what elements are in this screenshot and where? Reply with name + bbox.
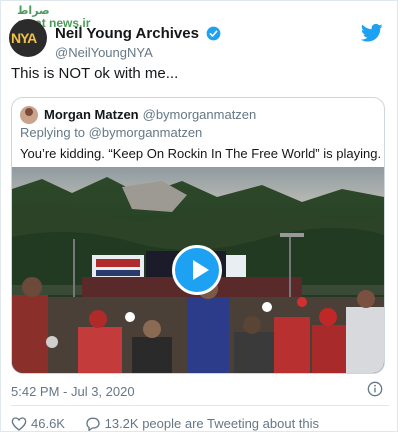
heart-icon <box>11 417 27 431</box>
quoted-avatar[interactable] <box>20 106 38 124</box>
author-names[interactable]: Neil Young Archives @NeilYoungNYA <box>55 25 221 60</box>
quoted-handle[interactable]: @bymorganmatzen <box>143 107 257 122</box>
info-icon[interactable] <box>367 381 383 397</box>
tweet-card: صراط serat news.ir NYA Neil Young Archiv… <box>0 0 398 432</box>
verified-badge-icon <box>207 26 221 41</box>
play-icon[interactable] <box>172 245 222 295</box>
tweet-timestamp[interactable]: 5:42 PM - Jul 3, 2020 <box>11 384 135 399</box>
replying-to-label[interactable]: Replying to @bymorganmatzen <box>20 125 202 140</box>
conversation-button[interactable]: 13.2K people are Tweeting about this <box>85 415 319 432</box>
video-player[interactable] <box>12 167 384 373</box>
like-button[interactable]: 46.6K <box>11 415 65 432</box>
quoted-tweet[interactable]: Morgan Matzen @bymorganmatzen Replying to… <box>11 97 385 374</box>
avatar[interactable]: NYA <box>9 19 47 57</box>
quoted-display-name[interactable]: Morgan Matzen <box>44 107 139 122</box>
quoted-text: You’re kidding. “Keep On Rockin In The F… <box>20 146 382 161</box>
tweet-text: This is NOT ok with me... <box>11 65 179 82</box>
twitter-bird-icon[interactable] <box>361 23 383 43</box>
tweeting-about-text: 13.2K people are Tweeting about this <box>104 416 320 432</box>
divider <box>11 405 389 406</box>
reply-icon <box>85 417 100 431</box>
avatar-logo: NYA <box>11 30 37 46</box>
author-handle[interactable]: @NeilYoungNYA <box>55 45 221 60</box>
tweet-actions: 46.6K 13.2K people are Tweeting about th… <box>11 415 319 432</box>
like-count: 46.6K <box>31 416 65 432</box>
quoted-names: Morgan Matzen @bymorganmatzen <box>44 107 256 122</box>
tweet-header: NYA Neil Young Archives @NeilYoungNYA <box>9 13 393 63</box>
author-display-name[interactable]: Neil Young Archives <box>55 25 199 42</box>
